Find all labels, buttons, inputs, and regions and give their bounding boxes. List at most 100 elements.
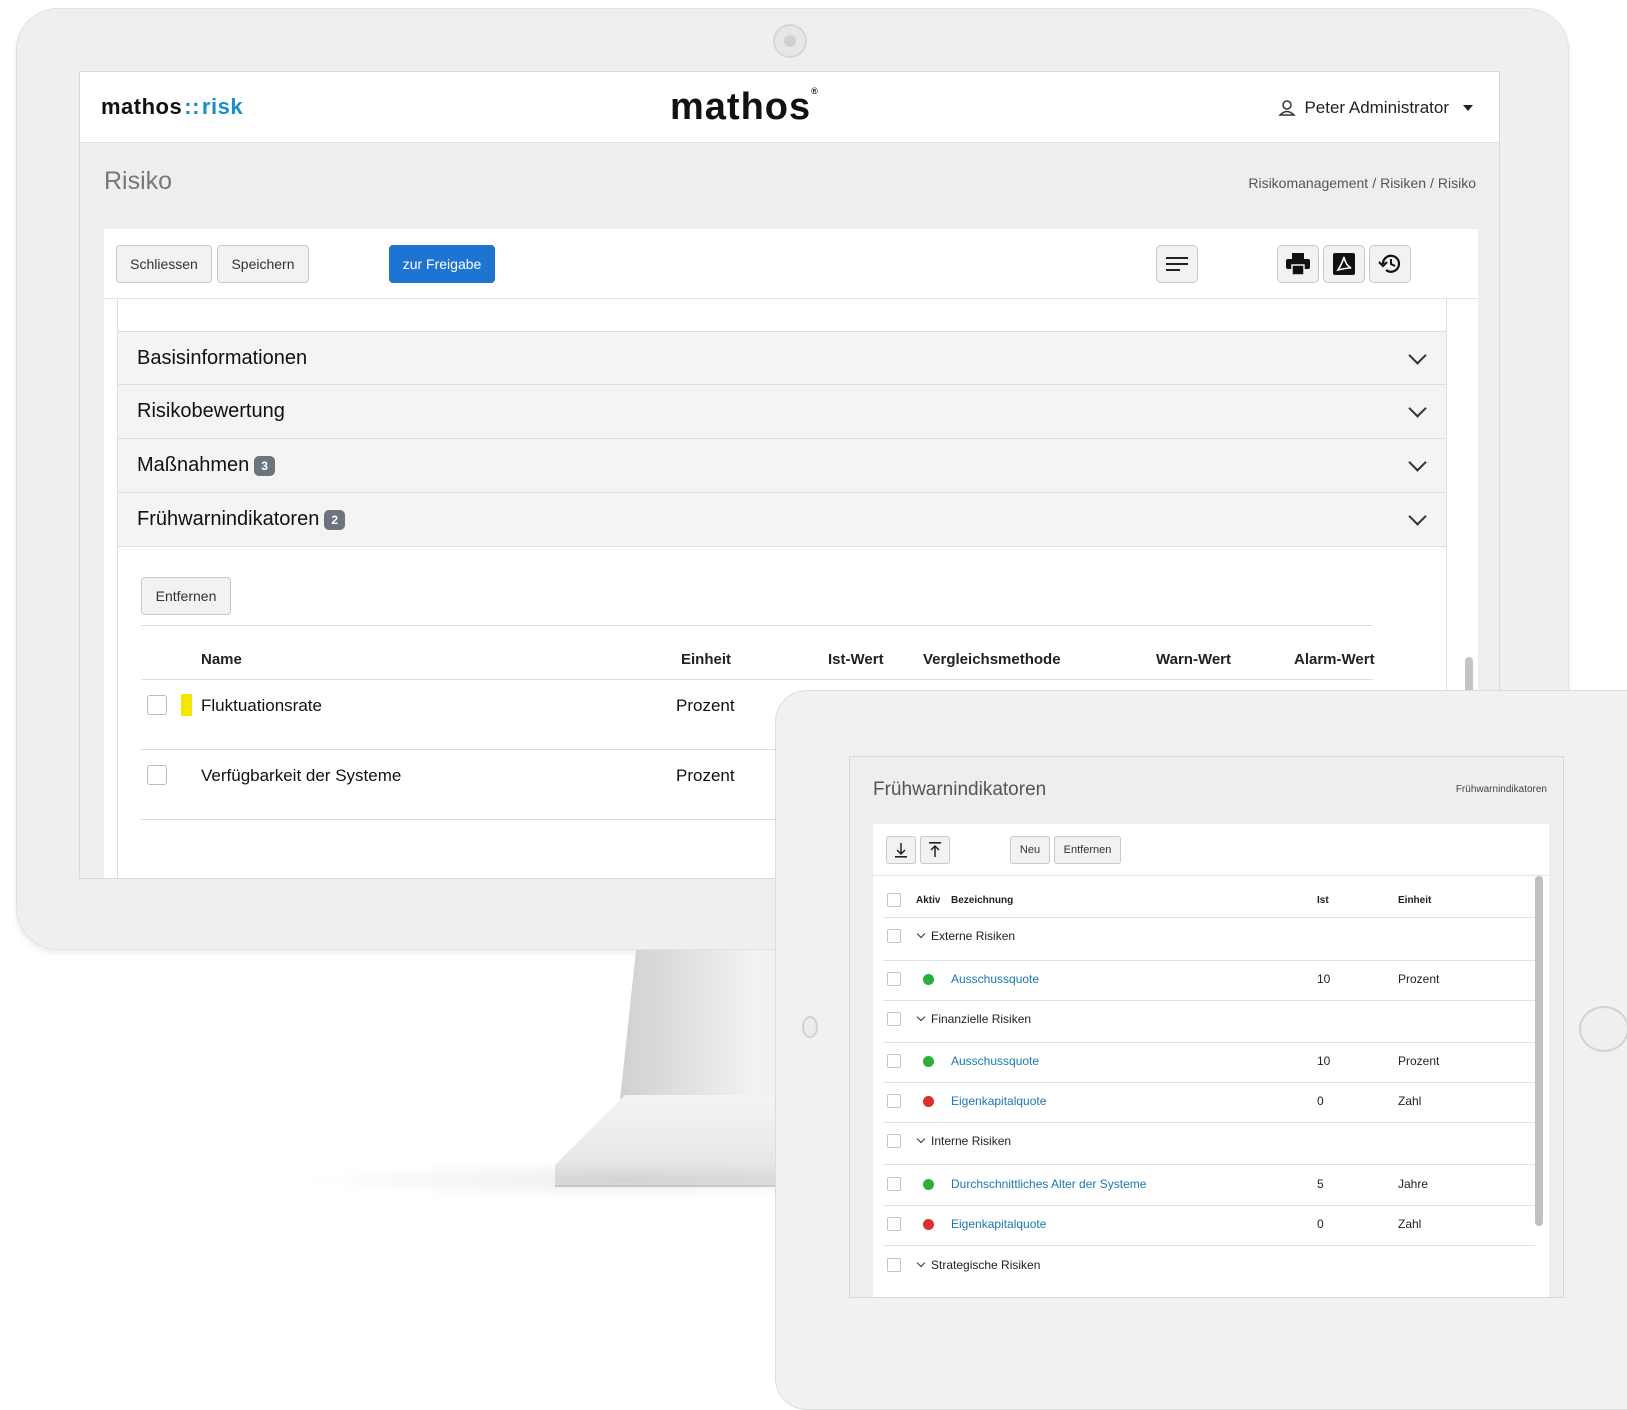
pdf-button[interactable] — [1323, 245, 1365, 283]
actual-value: 10 — [1317, 972, 1331, 986]
row-checkbox[interactable] — [147, 695, 167, 715]
group-row-finanzielle-risiken[interactable]: Finanzielle Risiken — [916, 1012, 1031, 1026]
divider — [883, 917, 1535, 918]
group-row-interne-risiken[interactable]: Interne Risiken — [916, 1134, 1011, 1148]
page-title: Risiko — [104, 167, 173, 195]
caret-down-icon — [1463, 105, 1473, 111]
column-header-name[interactable]: Name — [201, 651, 242, 668]
breadcrumb-item-risikomanagement[interactable]: Risikomanagement — [1248, 175, 1368, 191]
status-red-icon — [923, 1219, 934, 1230]
select-all-checkbox[interactable] — [887, 893, 901, 907]
divider — [883, 1122, 1535, 1123]
column-header-actual[interactable]: Ist — [1317, 895, 1329, 906]
remove-button[interactable]: Entfernen — [141, 577, 231, 615]
chevron-down-icon — [916, 929, 926, 939]
row-checkbox[interactable] — [887, 972, 901, 986]
unit-value: Prozent — [1398, 972, 1440, 986]
row-checkbox[interactable] — [887, 1094, 901, 1108]
actual-value: 5 — [1317, 1177, 1324, 1191]
release-button[interactable]: zur Freigabe — [389, 245, 495, 283]
breadcrumb: Risikomanagement / Risiken / Risiko — [1248, 175, 1476, 191]
row-checkbox[interactable] — [887, 1134, 901, 1148]
new-button[interactable]: Neu — [1010, 836, 1050, 864]
chevron-down-icon — [1408, 507, 1427, 526]
mathos-logo: mathos® — [670, 86, 819, 129]
column-header-comparison[interactable]: Vergleichsmethode — [923, 651, 1061, 668]
download-icon — [895, 843, 907, 858]
column-header-warn[interactable]: Warn-Wert — [1156, 651, 1231, 668]
user-icon — [1278, 100, 1297, 116]
indicator-link[interactable]: Ausschussquote — [951, 1054, 1039, 1068]
registered-mark: ® — [811, 86, 819, 96]
section-fruehwarnindikatoren[interactable]: Frühwarnindikatoren 2 — [117, 493, 1447, 547]
toolbar: Schliessen Speichern zur Freigabe — [104, 229, 1478, 299]
user-menu[interactable]: Peter Administrator — [1278, 98, 1473, 118]
unit-value: Prozent — [1398, 1054, 1440, 1068]
collapse-all-button[interactable] — [920, 836, 950, 864]
column-header-name[interactable]: Bezeichnung — [951, 895, 1013, 906]
indicator-link[interactable]: Durchschnittliches Alter der Systeme — [951, 1177, 1146, 1191]
row-checkbox[interactable] — [887, 929, 901, 943]
status-green-icon — [923, 974, 934, 985]
top-navbar: mathos::risk mathos® Peter Administrator — [80, 72, 1499, 143]
brand-logo-right: risk — [201, 94, 244, 119]
section-basisinformationen[interactable]: Basisinformationen — [117, 331, 1447, 385]
divider — [883, 1000, 1535, 1001]
save-button[interactable]: Speichern — [217, 245, 309, 283]
status-red-icon — [923, 1096, 934, 1107]
chevron-down-icon — [916, 1134, 926, 1144]
section-label: Risikobewertung — [137, 400, 285, 422]
camera-icon — [773, 24, 807, 58]
remove-button[interactable]: Entfernen — [1054, 836, 1121, 864]
group-label: Externe Risiken — [931, 929, 1016, 943]
row-checkbox[interactable] — [887, 1258, 901, 1272]
row-unit: Prozent — [676, 696, 735, 715]
indicator-link[interactable]: Eigenkapitalquote — [951, 1217, 1046, 1231]
breadcrumb-sep: / — [1429, 175, 1434, 191]
unit-value: Zahl — [1398, 1217, 1422, 1231]
row-checkbox[interactable] — [887, 1177, 901, 1191]
printer-icon — [1286, 253, 1310, 275]
count-badge: 2 — [324, 509, 346, 530]
group-label: Interne Risiken — [931, 1134, 1012, 1148]
column-header-active[interactable]: Aktiv — [916, 895, 940, 906]
expand-all-button[interactable] — [886, 836, 916, 864]
section-risikobewertung[interactable]: Risikobewertung — [117, 385, 1447, 439]
divider — [883, 960, 1535, 961]
section-massnahmen[interactable]: Maßnahmen 3 — [117, 439, 1447, 493]
row-checkbox[interactable] — [887, 1217, 901, 1231]
section-label: Maßnahmen — [137, 454, 250, 476]
divider — [141, 625, 1373, 626]
breadcrumb-sep: / — [1372, 175, 1377, 191]
divider — [883, 1042, 1535, 1043]
group-row-strategische-risiken[interactable]: Strategische Risiken — [916, 1258, 1040, 1272]
print-button[interactable] — [1277, 245, 1319, 283]
history-icon — [1378, 254, 1401, 273]
group-label: Finanzielle Risiken — [931, 1012, 1032, 1026]
column-header-unit[interactable]: Einheit — [1398, 895, 1431, 906]
menu-button[interactable] — [1156, 245, 1198, 283]
column-header-unit[interactable]: Einheit — [681, 651, 731, 668]
row-checkbox[interactable] — [147, 765, 167, 785]
indicator-link[interactable]: Eigenkapitalquote — [951, 1094, 1046, 1108]
row-checkbox[interactable] — [887, 1054, 901, 1068]
breadcrumb-item-risiken[interactable]: Risiken — [1380, 175, 1426, 191]
row-name: Verfügbarkeit der Systeme — [201, 766, 402, 785]
menu-icon — [1166, 257, 1188, 271]
tablet-scrollbar-thumb[interactable] — [1535, 876, 1543, 1226]
indicator-link[interactable]: Ausschussquote — [951, 972, 1039, 986]
status-green-icon — [923, 1056, 934, 1067]
row-checkbox[interactable] — [887, 1012, 901, 1026]
group-row-externe-risiken[interactable]: Externe Risiken — [916, 929, 1015, 943]
tablet-toolbar: Neu Entfernen — [873, 824, 1549, 876]
divider — [141, 679, 1373, 680]
pdf-icon — [1333, 253, 1355, 275]
brand-logo[interactable]: mathos::risk — [101, 94, 243, 120]
chevron-down-icon — [916, 1012, 926, 1022]
close-button[interactable]: Schliessen — [116, 245, 212, 283]
history-button[interactable] — [1369, 245, 1411, 283]
count-badge: 3 — [254, 455, 275, 476]
unit-value: Zahl — [1398, 1094, 1422, 1108]
column-header-actual[interactable]: Ist-Wert — [828, 651, 884, 668]
column-header-alarm[interactable]: Alarm-Wert — [1294, 651, 1375, 668]
